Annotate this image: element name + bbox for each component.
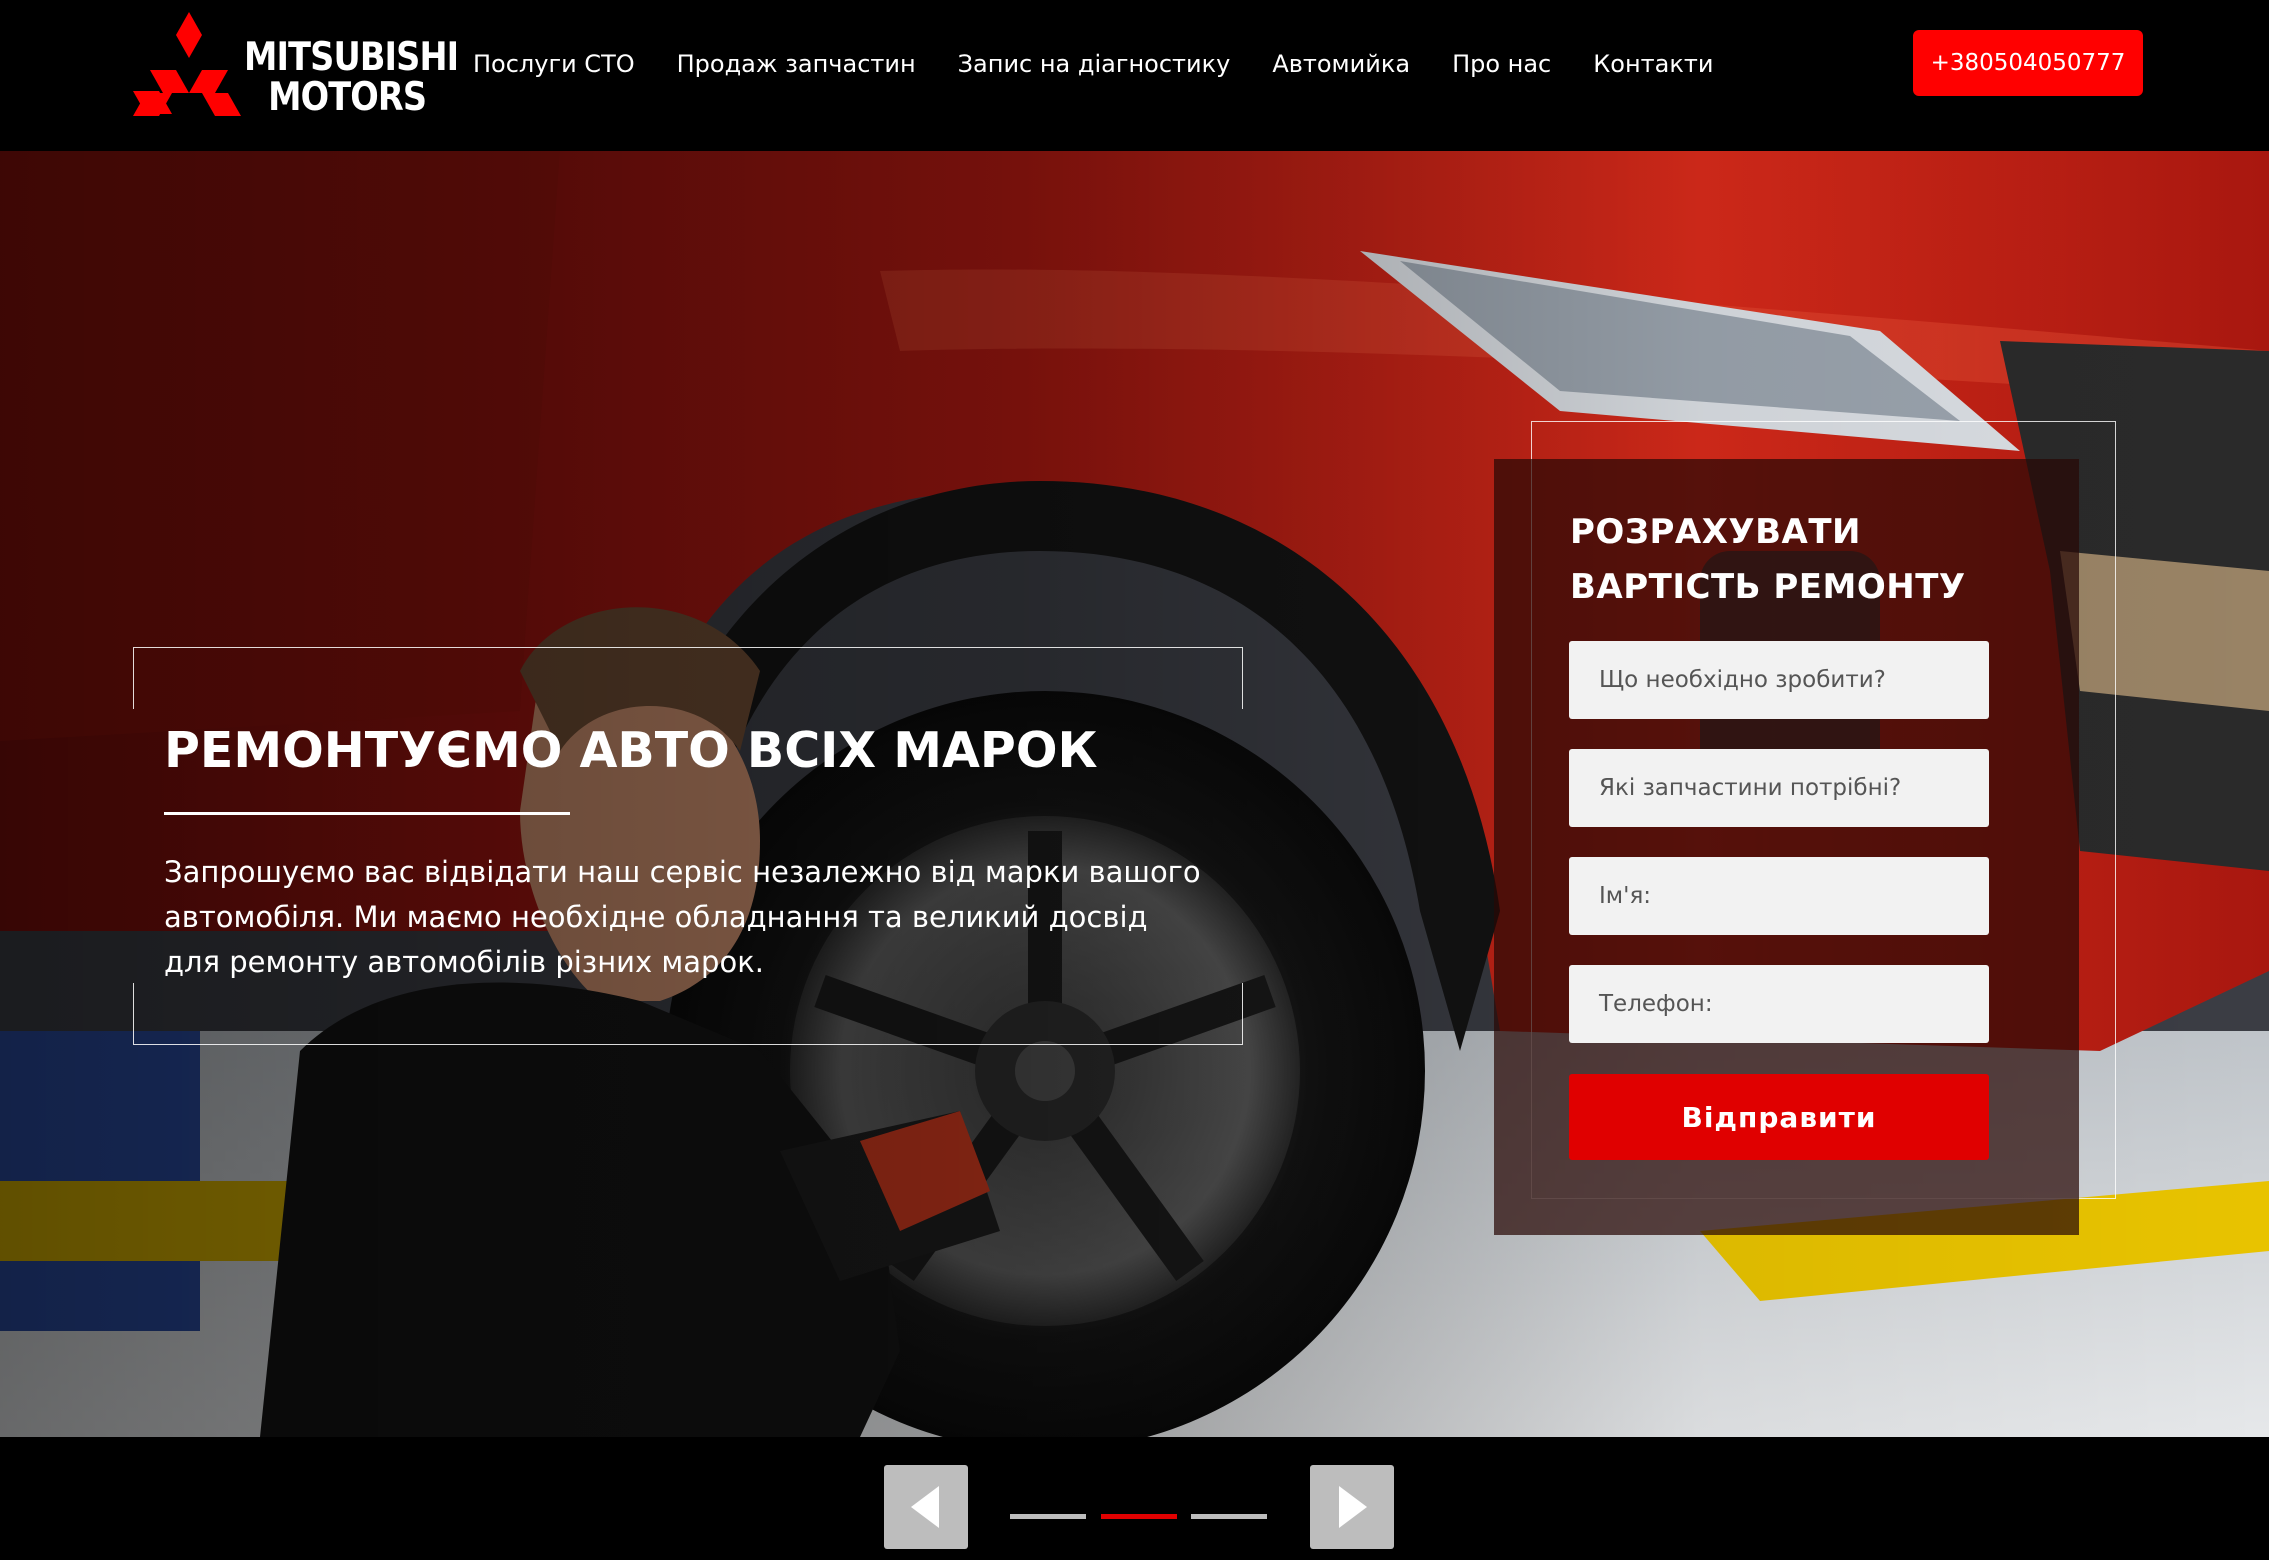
- hero-description: Запрошуємо вас відвідати наш сервіс неза…: [164, 855, 1201, 979]
- nav-contacts[interactable]: Контакти: [1593, 48, 1713, 80]
- slider-prev-button[interactable]: [884, 1465, 968, 1549]
- brand-line-1: MITSUBISHI: [244, 35, 459, 80]
- name-input[interactable]: Ім'я:: [1569, 857, 1989, 935]
- parts-needed-input[interactable]: Які запчастини потрібні?: [1569, 749, 1989, 827]
- three-diamonds-icon: [133, 12, 241, 116]
- site-header: MITSUBISHI MOTORS Послуги СТО Продаж зап…: [0, 0, 2269, 151]
- nav-about[interactable]: Про нас: [1452, 48, 1551, 80]
- nav-services[interactable]: Послуги СТО: [473, 48, 635, 80]
- submit-button[interactable]: Відправити: [1569, 1074, 1989, 1160]
- nav-parts-sale[interactable]: Продаж запчастин: [677, 48, 916, 80]
- slider-dot-2-active[interactable]: [1101, 1514, 1177, 1519]
- triangle-right-icon: [1339, 1486, 1367, 1528]
- main-nav: Послуги СТО Продаж запчастин Запис на ді…: [473, 48, 1755, 80]
- hero-title: РЕМОНТУЄМО АВТО ВСІХ МАРОК: [164, 722, 1098, 779]
- brand-logo[interactable]: MITSUBISHI MOTORS: [133, 12, 463, 120]
- triangle-left-icon: [911, 1486, 939, 1528]
- form-title: РОЗРАХУВАТИ ВАРТІСТЬ РЕМОНТУ: [1570, 512, 1966, 607]
- brand-line-2: MOTORS: [268, 75, 427, 120]
- slider-dot-1[interactable]: [1010, 1514, 1086, 1519]
- title-underline: [164, 812, 570, 815]
- slider-next-button[interactable]: [1310, 1465, 1394, 1549]
- hero-text-frame: [133, 647, 1243, 1045]
- nav-diagnostics-booking[interactable]: Запис на діагностику: [958, 48, 1231, 80]
- slider-dot-3[interactable]: [1191, 1514, 1267, 1519]
- nav-car-wash[interactable]: Автомийка: [1272, 48, 1410, 80]
- work-needed-input[interactable]: Що необхідно зробити?: [1569, 641, 1989, 719]
- brand-wordmark: MITSUBISHI MOTORS: [244, 35, 459, 120]
- phone-button[interactable]: +380504050777: [1913, 30, 2143, 96]
- phone-input[interactable]: Телефон:: [1569, 965, 1989, 1043]
